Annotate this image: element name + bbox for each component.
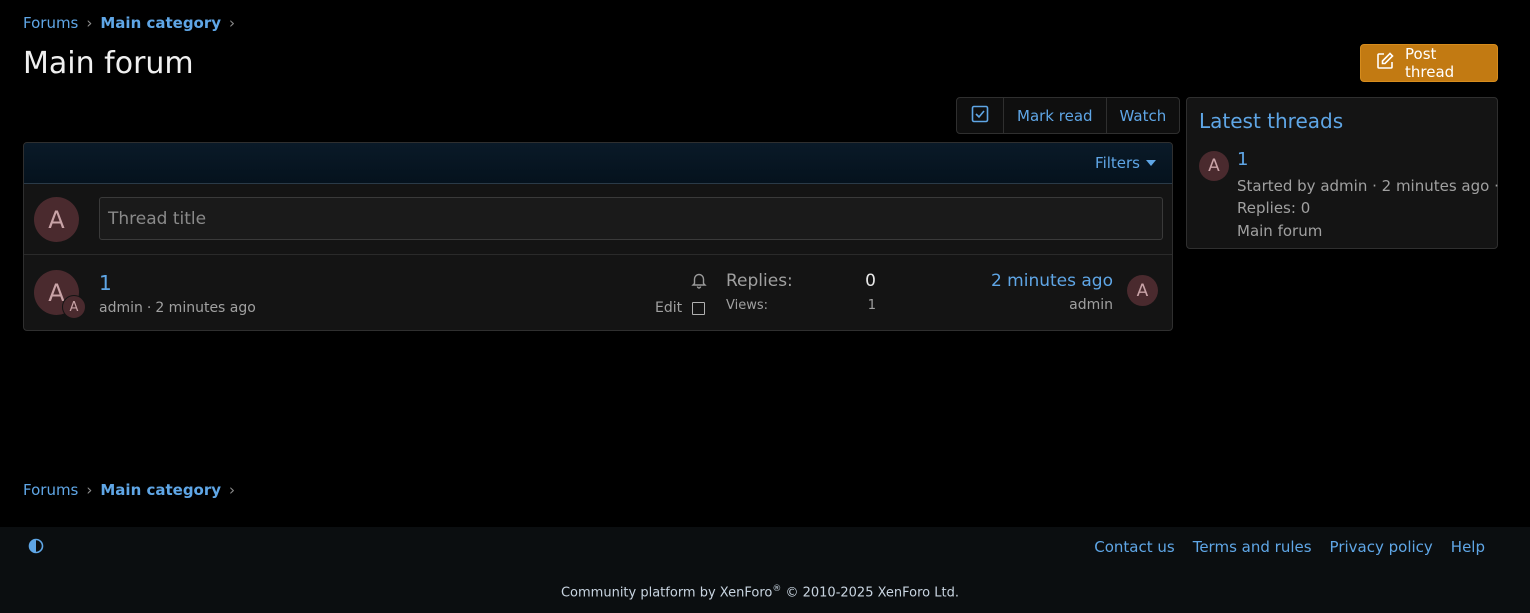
thread-title-input[interactable]: Thread title xyxy=(99,197,1163,240)
copyright: Community platform by XenForo® © 2010-20… xyxy=(0,584,1520,600)
chevron-right-icon: › xyxy=(86,13,93,32)
privacy-link[interactable]: Privacy policy xyxy=(1330,538,1433,556)
breadcrumb-forums[interactable]: Forums xyxy=(23,481,78,499)
meta-separator: · xyxy=(146,300,152,316)
last-poster[interactable]: admin xyxy=(1014,297,1113,313)
chevron-right-icon: › xyxy=(86,480,93,499)
thread-title[interactable]: 1 xyxy=(99,271,112,295)
last-poster-avatar[interactable]: A xyxy=(1127,275,1158,306)
post-thread-label: Post thread xyxy=(1405,45,1455,81)
views-label: Views: xyxy=(726,298,769,313)
bell-icon[interactable] xyxy=(690,271,708,293)
thread-list: Filters A Thread title A A 1 admin · 2 m… xyxy=(23,142,1173,331)
footer-links: Contact us Terms and rules Privacy polic… xyxy=(1094,538,1485,556)
latest-thread-forum[interactable]: Main forum xyxy=(1237,222,1322,240)
latest-thread-title[interactable]: 1 xyxy=(1237,149,1248,170)
avatar[interactable]: A xyxy=(1199,151,1229,181)
replies-label: Replies: xyxy=(726,271,793,291)
contact-us-link[interactable]: Contact us xyxy=(1094,538,1174,556)
terms-link[interactable]: Terms and rules xyxy=(1193,538,1312,556)
contrast-icon[interactable] xyxy=(28,538,44,558)
views-count: 1 xyxy=(867,298,876,313)
pencil-square-icon xyxy=(1375,51,1395,75)
copyright-prefix[interactable]: Community platform by XenForo xyxy=(561,585,772,600)
copyright-suffix: © 2010-2025 XenForo Ltd. xyxy=(781,585,959,601)
replies-count: 0 xyxy=(865,271,876,291)
select-toggle-button[interactable] xyxy=(957,98,1003,133)
mini-avatar[interactable]: A xyxy=(62,295,86,319)
watch-button[interactable]: Watch xyxy=(1105,98,1180,133)
breadcrumb-main-category[interactable]: Main category xyxy=(100,481,221,499)
breadcrumb: Forums › Main category › xyxy=(23,14,235,32)
filters-label: Filters xyxy=(1095,154,1140,172)
edit-link[interactable]: Edit xyxy=(655,300,682,316)
mark-read-button[interactable]: Mark read xyxy=(1003,98,1106,133)
breadcrumb-forums[interactable]: Forums xyxy=(23,14,78,32)
filters-button[interactable]: Filters xyxy=(1095,154,1156,172)
breadcrumb-bottom: Forums › Main category › xyxy=(23,481,235,499)
breadcrumb-main-category[interactable]: Main category xyxy=(100,14,221,32)
avatar[interactable]: A xyxy=(34,197,79,242)
latest-thread-replies: Replies: 0 xyxy=(1237,199,1311,217)
last-post-time[interactable]: 2 minutes ago xyxy=(954,271,1113,291)
thread-list-header: Filters xyxy=(24,143,1172,184)
select-checkbox[interactable] xyxy=(692,302,705,315)
chevron-right-icon: › xyxy=(229,480,236,499)
page-title: Main forum xyxy=(23,46,194,81)
post-thread-button[interactable]: Post thread xyxy=(1360,44,1498,82)
help-link[interactable]: Help xyxy=(1451,538,1485,556)
forum-actions: Mark read Watch xyxy=(956,97,1181,134)
quick-thread-row: A Thread title xyxy=(24,184,1172,255)
checkbox-checked-icon xyxy=(971,105,989,127)
latest-thread-meta: Started by admin · 2 minutes ago · xyxy=(1237,177,1499,195)
caret-down-icon xyxy=(1146,160,1156,166)
latest-threads-title[interactable]: Latest threads xyxy=(1199,109,1343,133)
chevron-right-icon: › xyxy=(229,13,236,32)
thread-author[interactable]: admin xyxy=(99,300,143,316)
registered-mark: ® xyxy=(772,584,782,594)
table-row: A A 1 admin · 2 minutes ago Edit Replies… xyxy=(24,255,1172,330)
thread-meta: admin · 2 minutes ago xyxy=(99,300,256,316)
thread-start-date[interactable]: 2 minutes ago xyxy=(155,300,256,316)
footer: Contact us Terms and rules Privacy polic… xyxy=(0,527,1530,613)
latest-threads-block: Latest threads A 1 Started by admin · 2 … xyxy=(1186,97,1499,249)
